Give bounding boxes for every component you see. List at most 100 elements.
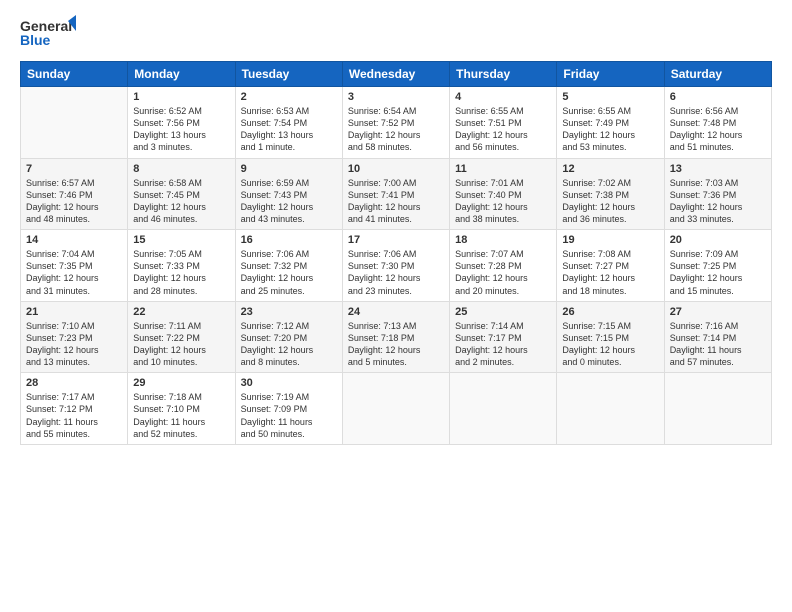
day-number: 4 [455,91,551,103]
day-number: 16 [241,234,337,246]
day-info: Sunrise: 7:16 AM Sunset: 7:14 PM Dayligh… [670,320,766,369]
day-number: 6 [670,91,766,103]
day-number: 9 [241,163,337,175]
day-number: 19 [562,234,658,246]
weekday-header-row: SundayMondayTuesdayWednesdayThursdayFrid… [21,62,772,87]
day-info: Sunrise: 6:55 AM Sunset: 7:51 PM Dayligh… [455,105,551,154]
weekday-sunday: Sunday [21,62,128,87]
page: GeneralBlue SundayMondayTuesdayWednesday… [0,0,792,612]
day-info: Sunrise: 7:09 AM Sunset: 7:25 PM Dayligh… [670,248,766,297]
weekday-saturday: Saturday [664,62,771,87]
calendar-cell: 16 Sunrise: 7:06 AM Sunset: 7:32 PM Dayli… [235,230,342,302]
calendar-cell: 17 Sunrise: 7:06 AM Sunset: 7:30 PM Dayli… [342,230,449,302]
day-info: Sunrise: 6:57 AM Sunset: 7:46 PM Dayligh… [26,177,122,226]
day-info: Sunrise: 7:10 AM Sunset: 7:23 PM Dayligh… [26,320,122,369]
calendar-cell: 11 Sunrise: 7:01 AM Sunset: 7:40 PM Dayli… [450,158,557,230]
calendar-cell: 5Sunrise: 6:55 AM Sunset: 7:49 PM Daylig… [557,87,664,159]
day-info: Sunrise: 6:59 AM Sunset: 7:43 PM Dayligh… [241,177,337,226]
day-number: 3 [348,91,444,103]
calendar-cell: 1Sunrise: 6:52 AM Sunset: 7:56 PM Daylig… [128,87,235,159]
day-info: Sunrise: 7:02 AM Sunset: 7:38 PM Dayligh… [562,177,658,226]
week-row-2: 7Sunrise: 6:57 AM Sunset: 7:46 PM Daylig… [21,158,772,230]
day-number: 21 [26,306,122,318]
calendar: SundayMondayTuesdayWednesdayThursdayFrid… [20,61,772,445]
calendar-cell: 24 Sunrise: 7:13 AM Sunset: 7:18 PM Dayli… [342,301,449,373]
calendar-cell: 22 Sunrise: 7:11 AM Sunset: 7:22 PM Dayli… [128,301,235,373]
logo: GeneralBlue [20,15,80,51]
calendar-cell: 7Sunrise: 6:57 AM Sunset: 7:46 PM Daylig… [21,158,128,230]
calendar-cell [664,373,771,445]
day-info: Sunrise: 7:14 AM Sunset: 7:17 PM Dayligh… [455,320,551,369]
day-number: 23 [241,306,337,318]
day-number: 14 [26,234,122,246]
week-row-3: 14 Sunrise: 7:04 AM Sunset: 7:35 PM Dayli… [21,230,772,302]
day-number: 29 [133,377,229,389]
calendar-cell: 2 Sunrise: 6:53 AM Sunset: 7:54 PM Daylig… [235,87,342,159]
calendar-cell [450,373,557,445]
calendar-cell: 13Sunrise: 7:03 AM Sunset: 7:36 PM Dayli… [664,158,771,230]
calendar-cell: 25 Sunrise: 7:14 AM Sunset: 7:17 PM Dayli… [450,301,557,373]
day-info: Sunrise: 7:00 AM Sunset: 7:41 PM Dayligh… [348,177,444,226]
calendar-cell: 23 Sunrise: 7:12 AM Sunset: 7:20 PM Dayli… [235,301,342,373]
day-number: 11 [455,163,551,175]
day-info: Sunrise: 7:07 AM Sunset: 7:28 PM Dayligh… [455,248,551,297]
day-number: 2 [241,91,337,103]
day-info: Sunrise: 7:05 AM Sunset: 7:33 PM Dayligh… [133,248,229,297]
day-info: Sunrise: 7:19 AM Sunset: 7:09 PM Dayligh… [241,391,337,440]
calendar-cell: 30 Sunrise: 7:19 AM Sunset: 7:09 PM Dayli… [235,373,342,445]
day-info: Sunrise: 7:01 AM Sunset: 7:40 PM Dayligh… [455,177,551,226]
day-info: Sunrise: 7:08 AM Sunset: 7:27 PM Dayligh… [562,248,658,297]
day-info: Sunrise: 7:06 AM Sunset: 7:32 PM Dayligh… [241,248,337,297]
day-info: Sunrise: 7:18 AM Sunset: 7:10 PM Dayligh… [133,391,229,440]
week-row-4: 21 Sunrise: 7:10 AM Sunset: 7:23 PM Dayli… [21,301,772,373]
calendar-cell: 4 Sunrise: 6:55 AM Sunset: 7:51 PM Daylig… [450,87,557,159]
day-number: 22 [133,306,229,318]
calendar-cell: 27 Sunrise: 7:16 AM Sunset: 7:14 PM Dayli… [664,301,771,373]
day-info: Sunrise: 7:13 AM Sunset: 7:18 PM Dayligh… [348,320,444,369]
day-info: Sunrise: 6:52 AM Sunset: 7:56 PM Dayligh… [133,105,229,154]
day-info: Sunrise: 6:56 AM Sunset: 7:48 PM Dayligh… [670,105,766,154]
calendar-cell [557,373,664,445]
calendar-cell: 26 Sunrise: 7:15 AM Sunset: 7:15 PM Dayli… [557,301,664,373]
day-number: 24 [348,306,444,318]
calendar-cell: 6 Sunrise: 6:56 AM Sunset: 7:48 PM Daylig… [664,87,771,159]
day-number: 10 [348,163,444,175]
weekday-friday: Friday [557,62,664,87]
day-number: 25 [455,306,551,318]
day-number: 28 [26,377,122,389]
day-info: Sunrise: 7:15 AM Sunset: 7:15 PM Dayligh… [562,320,658,369]
week-row-5: 28 Sunrise: 7:17 AM Sunset: 7:12 PM Dayli… [21,373,772,445]
day-info: Sunrise: 6:54 AM Sunset: 7:52 PM Dayligh… [348,105,444,154]
day-number: 27 [670,306,766,318]
calendar-cell: 18Sunrise: 7:07 AM Sunset: 7:28 PM Dayli… [450,230,557,302]
day-info: Sunrise: 7:06 AM Sunset: 7:30 PM Dayligh… [348,248,444,297]
day-info: Sunrise: 7:11 AM Sunset: 7:22 PM Dayligh… [133,320,229,369]
day-info: Sunrise: 7:17 AM Sunset: 7:12 PM Dayligh… [26,391,122,440]
calendar-cell: 12Sunrise: 7:02 AM Sunset: 7:38 PM Dayli… [557,158,664,230]
weekday-tuesday: Tuesday [235,62,342,87]
calendar-cell: 20 Sunrise: 7:09 AM Sunset: 7:25 PM Dayli… [664,230,771,302]
day-number: 30 [241,377,337,389]
day-number: 26 [562,306,658,318]
calendar-cell: 3 Sunrise: 6:54 AM Sunset: 7:52 PM Daylig… [342,87,449,159]
day-info: Sunrise: 6:55 AM Sunset: 7:49 PM Dayligh… [562,105,658,154]
weekday-monday: Monday [128,62,235,87]
calendar-cell: 15Sunrise: 7:05 AM Sunset: 7:33 PM Dayli… [128,230,235,302]
week-row-1: 1Sunrise: 6:52 AM Sunset: 7:56 PM Daylig… [21,87,772,159]
day-number: 17 [348,234,444,246]
day-info: Sunrise: 6:58 AM Sunset: 7:45 PM Dayligh… [133,177,229,226]
day-info: Sunrise: 7:12 AM Sunset: 7:20 PM Dayligh… [241,320,337,369]
calendar-cell: 8Sunrise: 6:58 AM Sunset: 7:45 PM Daylig… [128,158,235,230]
calendar-cell [21,87,128,159]
weekday-wednesday: Wednesday [342,62,449,87]
day-number: 13 [670,163,766,175]
calendar-cell: 19 Sunrise: 7:08 AM Sunset: 7:27 PM Dayli… [557,230,664,302]
calendar-cell: 9 Sunrise: 6:59 AM Sunset: 7:43 PM Daylig… [235,158,342,230]
weekday-thursday: Thursday [450,62,557,87]
calendar-cell: 10 Sunrise: 7:00 AM Sunset: 7:41 PM Dayli… [342,158,449,230]
day-info: Sunrise: 6:53 AM Sunset: 7:54 PM Dayligh… [241,105,337,154]
day-number: 20 [670,234,766,246]
day-info: Sunrise: 7:04 AM Sunset: 7:35 PM Dayligh… [26,248,122,297]
calendar-cell [342,373,449,445]
calendar-cell: 14 Sunrise: 7:04 AM Sunset: 7:35 PM Dayli… [21,230,128,302]
